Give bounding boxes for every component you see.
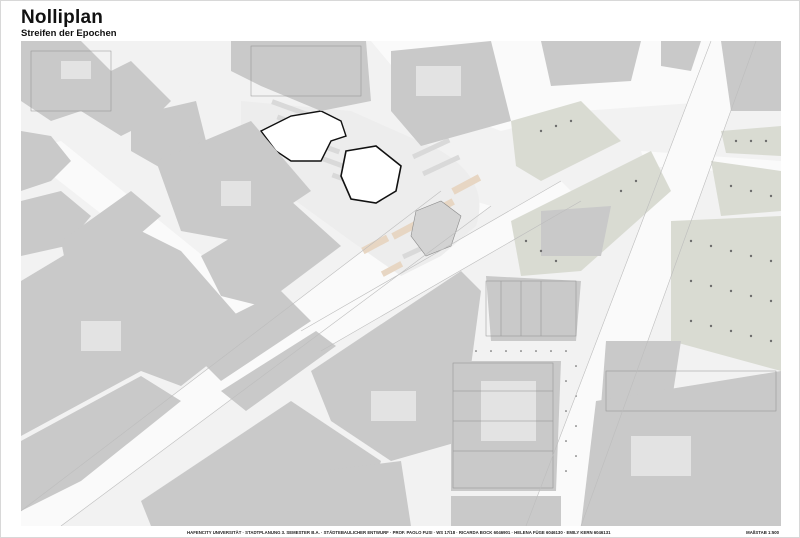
courtyard-4 (371, 391, 416, 421)
block-e-3 (541, 206, 611, 256)
title-block: Nolliplan Streifen der Epochen (21, 8, 117, 40)
plan-subtitle: Streifen der Epochen (21, 28, 117, 39)
block-n-3 (541, 41, 641, 86)
block-se-3 (451, 496, 561, 526)
nolli-map (21, 41, 781, 526)
plan-sheet: Nolliplan Streifen der Epochen HAFENCITY… (0, 0, 800, 538)
plan-title: Nolliplan (21, 7, 104, 28)
block-se-1 (486, 276, 581, 341)
courtyard-2 (221, 181, 251, 206)
block-ne-1 (721, 41, 781, 111)
courtyard-5 (416, 66, 461, 96)
map-svg (21, 41, 781, 526)
courtyard-3 (81, 321, 121, 351)
footer: HAFENCITY UNIVERSITÄT · STADTPLANUNG 3. … (1, 528, 800, 537)
courtyard-7 (481, 381, 536, 441)
footer-scale: MAßSTAB 1:500 (746, 530, 779, 535)
courtyard-1 (61, 61, 91, 79)
courtyard-6 (631, 436, 691, 476)
footer-credits: HAFENCITY UNIVERSITÄT · STADTPLANUNG 3. … (187, 530, 611, 535)
block-s-3 (321, 461, 411, 526)
